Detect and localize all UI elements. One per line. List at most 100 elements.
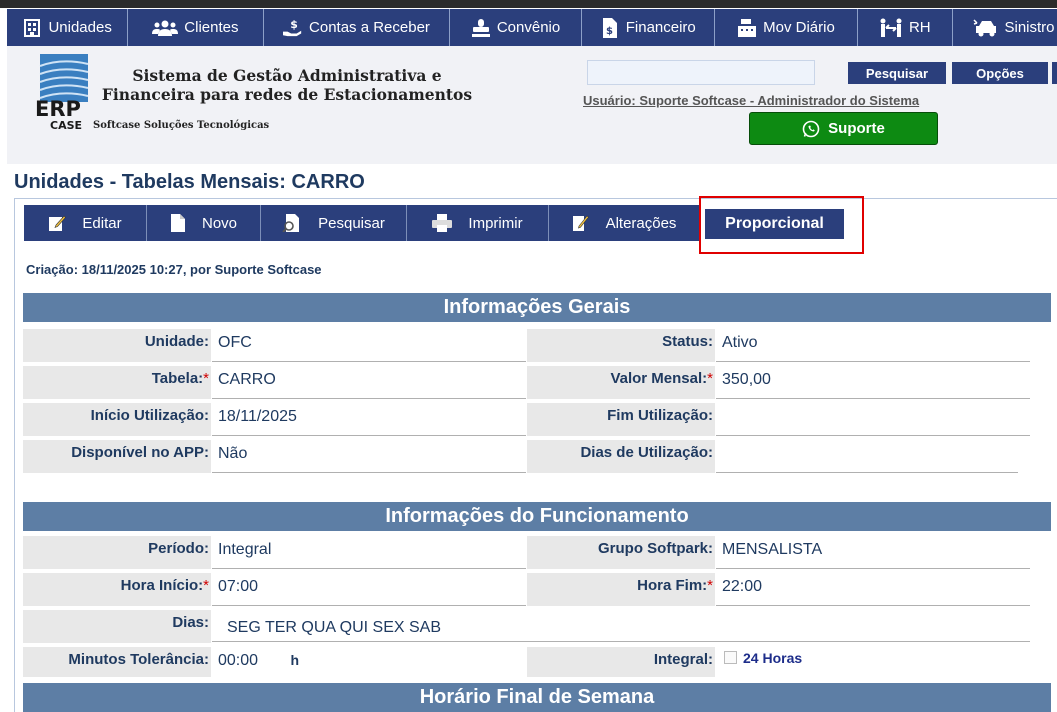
changes-button[interactable]: Alterações	[549, 205, 699, 241]
nav-label: Clientes	[184, 19, 239, 36]
support-label: Suporte	[828, 120, 885, 137]
unidade-label: Unidade:	[23, 329, 211, 362]
grupo-softpark-value: MENSALISTA	[716, 536, 1030, 569]
unidade-value: OFC	[212, 329, 526, 362]
required-asterisk: *	[707, 370, 713, 387]
new-document-icon	[170, 214, 186, 232]
hora-inicio-value: 07:00	[212, 573, 526, 606]
tolerancia-unit: h	[290, 652, 300, 668]
nav-item-sinistro[interactable]: Sinistro	[953, 9, 1057, 46]
building-icon	[22, 18, 42, 38]
changes-label: Alterações	[605, 214, 677, 232]
grupo-softpark-label: Grupo Softpark:	[527, 536, 715, 569]
history-edit-icon	[572, 214, 590, 232]
tabela-label: Tabela:*	[23, 366, 211, 399]
search-record-button[interactable]: Pesquisar	[261, 205, 407, 241]
nav-label: Unidades	[48, 19, 112, 36]
top-strip	[0, 0, 1057, 8]
nav-item-financeiro[interactable]: $ Financeiro	[582, 9, 715, 46]
page-title: Unidades - Tabelas Mensais: CARRO	[14, 171, 365, 193]
page-header: ERP CASE Sistema de Gestão Administrativ…	[7, 46, 1057, 164]
new-label: Novo	[201, 214, 238, 232]
printer-icon	[432, 214, 453, 232]
tabela-value: CARRO	[212, 366, 526, 399]
highlight-box	[699, 196, 864, 254]
edit-button[interactable]: Editar	[24, 205, 147, 241]
section-header-final-semana: Horário Final de Semana	[23, 683, 1051, 712]
hand-money-icon: $	[283, 18, 303, 38]
search-input[interactable]	[587, 60, 815, 85]
whatsapp-icon	[802, 120, 820, 138]
nav-item-unidades[interactable]: Unidades	[7, 9, 129, 46]
action-toolbar: Editar Novo Pesquisar Imprimir Alteraçõe…	[24, 205, 699, 241]
inicio-utilizacao-label: Início Utilização:	[23, 403, 211, 436]
integral-value: 24 Horas	[716, 647, 1030, 680]
print-button[interactable]: Imprimir	[407, 205, 549, 241]
erp-case-logo: ERP CASE	[32, 52, 94, 132]
hora-fim-value: 22:00	[716, 573, 1030, 606]
search-record-label: Pesquisar	[318, 214, 385, 232]
stamp-icon	[471, 18, 491, 38]
inicio-utilizacao-value: 18/11/2025	[212, 403, 526, 436]
invoice-icon: $	[600, 17, 620, 38]
new-button[interactable]: Novo	[147, 205, 261, 241]
nav-label: Convênio	[496, 19, 561, 36]
record-panel: Editar Novo Pesquisar Imprimir Alteraçõe…	[14, 196, 1057, 712]
creation-info: Criação: 18/11/2025 10:27, por Suporte S…	[26, 262, 322, 277]
fim-utilizacao-value	[716, 403, 1030, 436]
extra-button[interactable]	[1052, 62, 1057, 84]
main-nav: Unidades Clientes $ Contas a Receber Con…	[7, 9, 1057, 46]
users-icon	[152, 18, 179, 38]
nav-item-convenio[interactable]: Convênio	[450, 9, 582, 46]
required-asterisk: *	[203, 370, 209, 387]
integral-label: Integral:	[527, 647, 715, 677]
svg-text:CASE: CASE	[50, 119, 82, 130]
system-title: Sistema de Gestão Administrativa e Finan…	[101, 66, 473, 104]
integral-checkbox[interactable]	[724, 651, 737, 665]
car-crash-icon	[972, 18, 999, 38]
periodo-value: Integral	[212, 536, 526, 569]
nav-item-contas-a-receber[interactable]: $ Contas a Receber	[264, 9, 451, 46]
nav-item-mov-diario[interactable]: Mov Diário	[715, 9, 859, 46]
section-header-informacoes-gerais: Informações Gerais	[23, 293, 1051, 322]
company-name: Softcase Soluções Tecnológicas	[93, 120, 270, 131]
edit-icon	[48, 214, 67, 232]
required-asterisk: *	[707, 577, 713, 594]
valor-mensal-label: Valor Mensal:*	[527, 366, 715, 399]
nav-label: Mov Diário	[763, 19, 835, 36]
valor-mensal-value: 350,00	[716, 366, 1030, 399]
search-document-icon	[282, 214, 302, 232]
disponivel-app-label: Disponível no APP:	[23, 440, 211, 473]
dias-utilizacao-label: Dias de Utilização:	[527, 440, 715, 473]
support-button[interactable]: Suporte	[749, 112, 938, 145]
nav-label: Sinistro	[1004, 19, 1055, 36]
search-button[interactable]: Pesquisar	[848, 62, 946, 84]
required-asterisk: *	[203, 577, 209, 594]
hora-inicio-label: Hora Início:*	[23, 573, 211, 606]
minutos-tolerancia-value: 00:00 h	[218, 652, 300, 669]
options-button[interactable]: Opções	[952, 62, 1048, 84]
status-label: Status:	[527, 329, 715, 362]
hora-fim-label: Hora Fim:*	[527, 573, 715, 606]
svg-text:ERP: ERP	[35, 97, 81, 121]
nav-item-clientes[interactable]: Clientes	[128, 9, 264, 46]
section-header-funcionamento: Informações do Funcionamento	[23, 502, 1051, 531]
disponivel-app-value: Não	[212, 440, 526, 473]
cash-register-icon	[737, 18, 757, 38]
user-link[interactable]: Usuário: Suporte Softcase - Administrado…	[583, 93, 919, 108]
nav-label: Financeiro	[625, 19, 696, 36]
svg-text:$: $	[290, 18, 298, 31]
dias-value: SEG TER QUA QUI SEX SAB	[212, 610, 1030, 642]
edit-label: Editar	[82, 214, 122, 232]
people-arrows-icon	[879, 18, 903, 38]
print-label: Imprimir	[468, 214, 523, 232]
svg-text:$: $	[606, 26, 613, 37]
nav-label: RH	[908, 19, 931, 36]
dias-label: Dias:	[23, 610, 211, 643]
status-value: Ativo	[716, 329, 1030, 362]
nav-item-rh[interactable]: RH	[858, 9, 953, 46]
nav-label: Contas a Receber	[309, 19, 430, 36]
fim-utilizacao-label: Fim Utilização:	[527, 403, 715, 436]
periodo-label: Período:	[23, 536, 211, 569]
dias-utilizacao-value	[716, 440, 1018, 473]
